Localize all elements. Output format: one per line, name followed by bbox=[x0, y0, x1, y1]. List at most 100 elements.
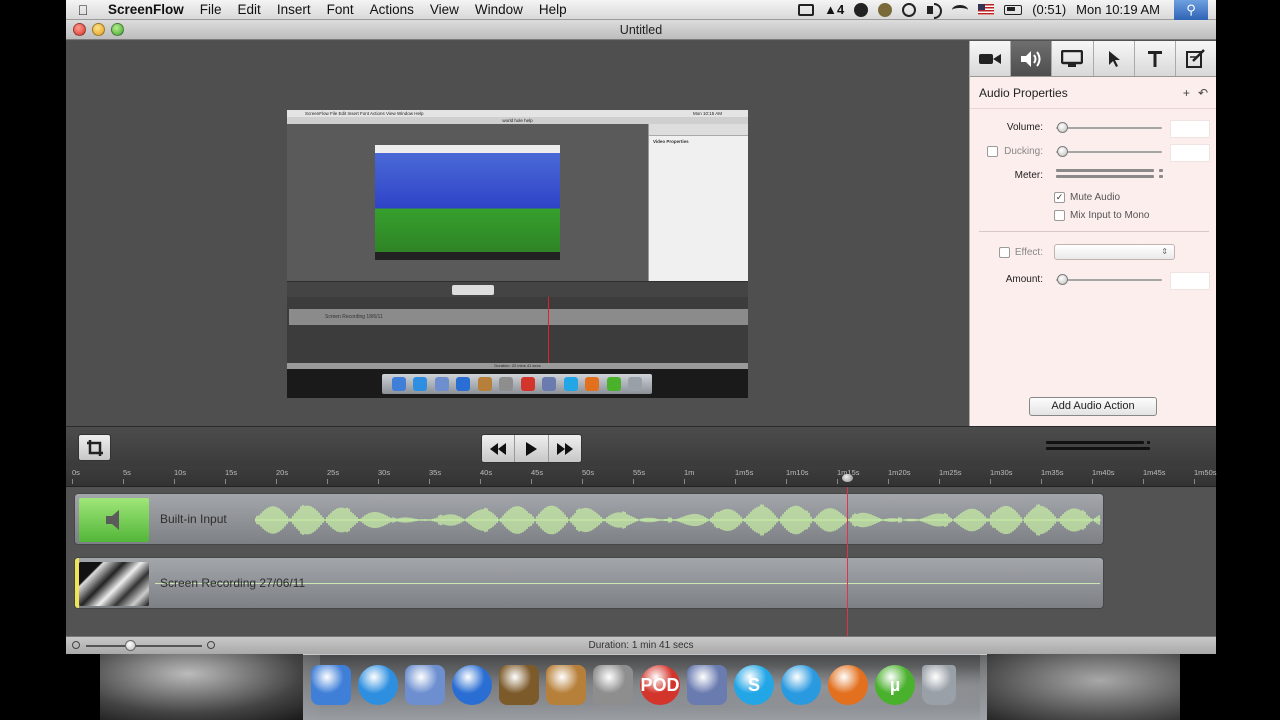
dock-system-preferences-icon[interactable] bbox=[593, 665, 633, 705]
menu-clock[interactable]: Mon 10:19 AM bbox=[1076, 2, 1160, 17]
menu-edit[interactable]: Edit bbox=[230, 2, 269, 17]
menu-file[interactable]: File bbox=[192, 2, 230, 17]
tab-text[interactable] bbox=[1135, 41, 1176, 76]
status-bar: Duration: 1 min 41 secs bbox=[66, 636, 1216, 654]
revert-icon[interactable]: ↶ bbox=[1198, 86, 1208, 100]
preview-dock bbox=[382, 374, 652, 394]
mix-mono-checkbox[interactable] bbox=[1054, 210, 1065, 221]
screenflow-record-icon[interactable] bbox=[798, 3, 815, 16]
inspector-title: Audio Properties bbox=[979, 85, 1068, 100]
tab-screen-recording[interactable] bbox=[1052, 41, 1094, 76]
dock-garageband-icon[interactable] bbox=[546, 665, 586, 705]
dock-imovie-icon[interactable] bbox=[499, 665, 539, 705]
amount-slider[interactable] bbox=[1056, 274, 1162, 285]
crop-button[interactable] bbox=[78, 434, 111, 461]
dock-finder-icon[interactable] bbox=[311, 665, 351, 705]
timeline-ruler[interactable]: 1m50s 1m45s 1m40s 1m35s 1m30s 1m25s 1m20s 1m 15s… bbox=[66, 466, 1217, 487]
zoom-button[interactable] bbox=[111, 23, 124, 36]
ruler-tick: 1m25s bbox=[939, 468, 962, 484]
mute-audio-checkbox[interactable]: ✓ bbox=[1054, 192, 1065, 203]
wifi-icon[interactable] bbox=[952, 4, 969, 15]
video-clip-name: Screen Recording 27/06/11 bbox=[160, 576, 306, 590]
size-dot bbox=[1147, 447, 1150, 450]
add-icon[interactable]: + bbox=[1183, 86, 1190, 100]
meter-row: Meter: bbox=[970, 167, 1217, 185]
menu-actions[interactable]: Actions bbox=[362, 2, 422, 17]
add-audio-action-button[interactable]: Add Audio Action bbox=[1029, 397, 1157, 416]
volume-value-field[interactable] bbox=[1170, 120, 1210, 138]
window-titlebar: Untitled bbox=[66, 20, 1216, 40]
tab-audio-properties[interactable] bbox=[1011, 41, 1053, 76]
menu-view[interactable]: View bbox=[422, 2, 467, 17]
volume-icon[interactable] bbox=[926, 2, 943, 19]
time-machine-icon[interactable] bbox=[902, 2, 917, 17]
preview-dock-icon bbox=[542, 377, 557, 391]
inspector-tabs bbox=[970, 41, 1216, 77]
transport-bar bbox=[66, 426, 1216, 466]
preview-clock: Mon 10:15 AM bbox=[692, 111, 722, 116]
preview-properties-panel: Video Properties bbox=[648, 124, 748, 281]
playhead-handle[interactable] bbox=[842, 474, 854, 482]
battery-time[interactable]: (0:51) bbox=[1032, 2, 1066, 17]
amount-value-field[interactable] bbox=[1170, 272, 1210, 290]
ducking-slider[interactable] bbox=[1056, 146, 1162, 157]
fast-forward-icon bbox=[556, 442, 573, 455]
menu-window[interactable]: Window bbox=[467, 2, 531, 17]
ruler-tick: 45s bbox=[531, 468, 544, 484]
volume-slider-knob[interactable] bbox=[1057, 122, 1069, 133]
ruler-tick: 1m40s bbox=[1092, 468, 1115, 484]
ducking-checkbox[interactable] bbox=[987, 146, 998, 157]
tab-video-properties[interactable] bbox=[970, 41, 1012, 76]
rewind-button[interactable] bbox=[482, 435, 516, 462]
audio-clip[interactable]: Built-in Input bbox=[74, 493, 1104, 545]
preview-dock-icon bbox=[520, 377, 535, 391]
video-clip[interactable]: Screen Recording 27/06/11 bbox=[74, 557, 1104, 609]
close-button[interactable] bbox=[73, 23, 86, 36]
spotlight-icon[interactable]: ⚲ bbox=[1174, 0, 1208, 20]
mix-mono-label: Mix Input to Mono bbox=[1070, 210, 1150, 221]
tab-annotations[interactable] bbox=[1176, 41, 1216, 76]
ruler-tick: 1m35s bbox=[1041, 468, 1064, 484]
preview-dock-icon bbox=[606, 377, 621, 391]
effect-popup[interactable]: ⇕ bbox=[1054, 244, 1175, 260]
dock-screenflow-icon[interactable] bbox=[781, 665, 821, 705]
preview-screen-recording[interactable]: ScreenFlow File Edit Insert Font Actions… bbox=[287, 110, 748, 398]
sync-icon[interactable] bbox=[854, 2, 869, 17]
menu-font[interactable]: Font bbox=[319, 2, 362, 17]
canvas-area[interactable]: ScreenFlow File Edit Insert Font Actions… bbox=[66, 41, 969, 426]
fast-forward-button[interactable] bbox=[549, 435, 581, 462]
dock-firefox-icon[interactable] bbox=[828, 665, 868, 705]
ducking-slider-knob[interactable] bbox=[1057, 146, 1069, 157]
apple-menu-icon[interactable]:  bbox=[66, 2, 100, 18]
preview-dock-icon bbox=[391, 377, 406, 391]
preview-dock-icon bbox=[585, 377, 600, 391]
dock-utorrent-icon[interactable]: µ bbox=[875, 665, 915, 705]
timeline-size-icon[interactable] bbox=[1046, 441, 1150, 455]
ruler-tick: 1m45s bbox=[1143, 468, 1166, 484]
menu-app-name[interactable]: ScreenFlow bbox=[100, 2, 192, 17]
dock-podcast-capture-icon[interactable]: POD bbox=[640, 665, 680, 705]
effect-checkbox[interactable] bbox=[999, 247, 1010, 258]
dock-preview-icon[interactable] bbox=[405, 665, 445, 705]
menu-help[interactable]: Help bbox=[531, 2, 575, 17]
battery-icon[interactable] bbox=[1004, 4, 1023, 15]
timeline[interactable]: Built-in Input Screen Recording 27/06/11 bbox=[66, 487, 1216, 655]
video-clip-thumbnail bbox=[79, 562, 149, 606]
video-camera-icon bbox=[979, 53, 1002, 64]
dock-safari-icon[interactable] bbox=[358, 665, 398, 705]
minimize-button[interactable] bbox=[92, 23, 105, 36]
dock-trash-icon[interactable] bbox=[922, 665, 956, 705]
amount-slider-knob[interactable] bbox=[1057, 274, 1069, 285]
dock-itunes-icon[interactable] bbox=[452, 665, 492, 705]
volume-slider[interactable] bbox=[1056, 122, 1162, 133]
tab-callout[interactable] bbox=[1094, 41, 1135, 76]
menu-insert[interactable]: Insert bbox=[269, 2, 319, 17]
dock-skype-icon[interactable]: S bbox=[734, 665, 774, 705]
dock-iphoto-icon[interactable] bbox=[687, 665, 727, 705]
growl-icon[interactable] bbox=[878, 2, 893, 17]
input-flag-icon[interactable] bbox=[978, 4, 995, 15]
amount-label: Amount: bbox=[1005, 274, 1043, 285]
status-count[interactable]: ▲4 bbox=[824, 2, 844, 17]
play-button[interactable] bbox=[515, 435, 549, 462]
ducking-value-field[interactable] bbox=[1170, 144, 1210, 162]
